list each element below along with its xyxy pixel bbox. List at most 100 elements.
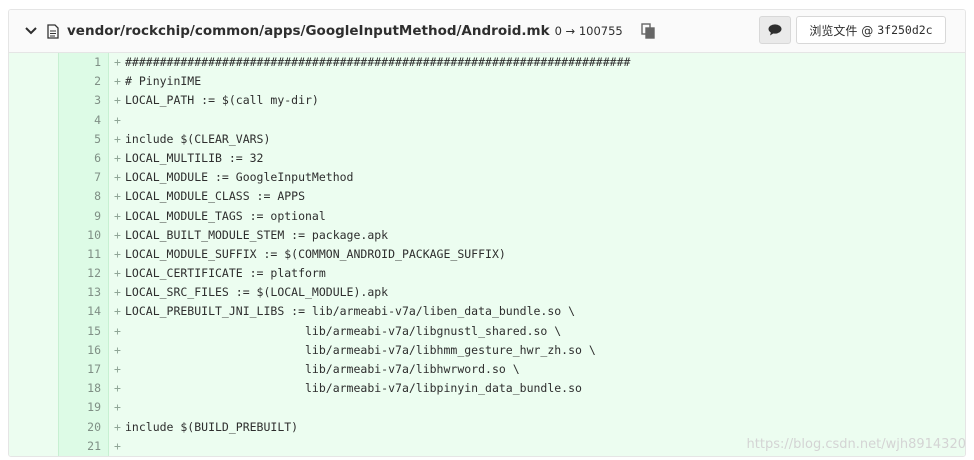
diff-line: 1 + ######################################…: [9, 53, 965, 73]
old-line-number[interactable]: [9, 148, 59, 169]
diff-line: 13 + LOCAL_SRC_FILES := $(LOCAL_MODULE).ap…: [9, 283, 965, 303]
old-line-number[interactable]: [9, 91, 59, 111]
added-marker: +: [114, 55, 121, 69]
new-line-number[interactable]: 7: [59, 168, 109, 188]
added-marker: +: [114, 74, 121, 89]
code-text: LOCAL_MODULE_CLASS := APPS: [125, 189, 306, 204]
added-marker: +: [114, 227, 121, 242]
code-text: LOCAL_CERTIFICATE := platform: [125, 266, 326, 281]
code-text: LOCAL_MODULE := GoogleInputMethod: [125, 170, 354, 185]
old-line-number[interactable]: [9, 398, 59, 418]
new-line-number[interactable]: 15: [59, 321, 109, 341]
diff-line: 8 + LOCAL_MODULE_CLASS := APPS: [9, 187, 965, 207]
added-marker: +: [114, 304, 121, 319]
new-line-number[interactable]: 3: [59, 91, 109, 111]
added-marker: +: [114, 438, 121, 453]
line-content: + LOCAL_CERTIFICATE := platform: [109, 264, 965, 284]
added-marker: +: [114, 381, 121, 396]
new-line-number[interactable]: 21: [59, 436, 109, 456]
code-text: lib/armeabi-v7a/libhmm_gesture_hwr_zh.so…: [125, 342, 596, 357]
old-line-number[interactable]: [9, 283, 59, 303]
diff-line: 6 + LOCAL_MULTILIB := 32: [9, 148, 965, 169]
new-line-number[interactable]: 19: [59, 398, 109, 418]
line-content: + lib/armeabi-v7a/libgnustl_shared.so \: [109, 321, 965, 341]
diff-line: 17 + lib/armeabi-v7a/libhwrword.so \: [9, 360, 965, 380]
copy-icon[interactable]: [639, 22, 657, 40]
new-line-number[interactable]: 11: [59, 244, 109, 265]
diff-line: 10 + LOCAL_BUILT_MODULE_STEM := package.ap…: [9, 225, 965, 245]
old-line-number[interactable]: [9, 302, 59, 322]
old-line-number[interactable]: [9, 244, 59, 265]
old-line-number[interactable]: [9, 187, 59, 207]
toggle-comments-button[interactable]: [759, 16, 791, 44]
comment-icon: [768, 21, 782, 40]
line-content: + # PinyinIME: [109, 72, 965, 92]
old-line-number[interactable]: [9, 436, 59, 456]
new-line-number[interactable]: 10: [59, 225, 109, 245]
line-content: + LOCAL_MODULE := GoogleInputMethod: [109, 168, 965, 188]
new-line-number[interactable]: 9: [59, 206, 109, 226]
new-line-number[interactable]: 2: [59, 72, 109, 92]
diff-file: vendor/rockchip/common/apps/GoogleInputM…: [8, 9, 966, 457]
new-line-number[interactable]: 13: [59, 283, 109, 303]
code-text: ########################################…: [125, 55, 631, 69]
new-line-number[interactable]: 16: [59, 340, 109, 360]
added-marker: +: [114, 419, 121, 434]
line-content: + LOCAL_BUILT_MODULE_STEM := package.apk: [109, 225, 965, 245]
new-line-number[interactable]: 4: [59, 110, 109, 130]
file-icon: [47, 23, 61, 39]
code-text: LOCAL_SRC_FILES := $(LOCAL_MODULE).apk: [125, 285, 389, 300]
old-line-number[interactable]: [9, 417, 59, 437]
new-line-number[interactable]: 18: [59, 379, 109, 399]
old-line-number[interactable]: [9, 53, 59, 73]
old-line-number[interactable]: [9, 168, 59, 188]
new-line-number[interactable]: 17: [59, 360, 109, 380]
added-marker: +: [114, 400, 121, 415]
line-content: + LOCAL_PREBUILT_JNI_LIBS := lib/armeabi-…: [109, 302, 965, 322]
code-text: lib/armeabi-v7a/libhwrword.so \: [125, 362, 520, 376]
code-text: LOCAL_MULTILIB := 32: [125, 150, 264, 165]
old-line-number[interactable]: [9, 225, 59, 245]
diff-line: 18 + lib/armeabi-v7a/libpinyin_data_bundl…: [9, 379, 965, 399]
added-marker: +: [114, 266, 121, 281]
file-path[interactable]: vendor/rockchip/common/apps/GoogleInputM…: [67, 23, 550, 39]
code-text: LOCAL_MODULE_SUFFIX := $(COMMON_ANDROID_…: [125, 246, 506, 261]
new-line-number[interactable]: 20: [59, 417, 109, 437]
chevron-down-icon[interactable]: [23, 23, 39, 39]
added-marker: +: [114, 189, 121, 204]
new-line-number[interactable]: 5: [59, 129, 109, 149]
diff-line: 3 + LOCAL_PATH := $(call my-dir): [9, 91, 965, 111]
code-text: LOCAL_BUILT_MODULE_STEM := package.apk: [125, 227, 389, 242]
diff-line: 12 + LOCAL_CERTIFICATE := platform: [9, 264, 965, 284]
view-file-button[interactable]: 浏览文件 @ 3f250d2c: [796, 16, 946, 44]
new-line-number[interactable]: 8: [59, 187, 109, 207]
new-line-number[interactable]: 12: [59, 264, 109, 284]
new-line-number[interactable]: 1: [59, 53, 109, 73]
diff-line: 14 + LOCAL_PREBUILT_JNI_LIBS := lib/armeab…: [9, 302, 965, 322]
diff-table: 1 + ######################################…: [9, 53, 965, 456]
added-marker: +: [114, 170, 121, 185]
added-marker: +: [114, 150, 121, 165]
line-content: +: [109, 110, 965, 130]
added-marker: +: [114, 362, 121, 376]
line-content: + include $(CLEAR_VARS): [109, 129, 965, 149]
file-mode-change: 0 → 100755: [554, 24, 623, 38]
diff-line: 11 + LOCAL_MODULE_SUFFIX := $(COMMON_ANDRO…: [9, 244, 965, 265]
new-line-number[interactable]: 6: [59, 148, 109, 169]
old-line-number[interactable]: [9, 264, 59, 284]
old-line-number[interactable]: [9, 206, 59, 226]
old-line-number[interactable]: [9, 129, 59, 149]
old-line-number[interactable]: [9, 110, 59, 130]
diff-line: 5 + include $(CLEAR_VARS): [9, 129, 965, 149]
diff-line: 4 +: [9, 110, 965, 130]
old-line-number[interactable]: [9, 360, 59, 380]
line-content: + LOCAL_MODULE_SUFFIX := $(COMMON_ANDROID…: [109, 244, 965, 265]
new-line-number[interactable]: 14: [59, 302, 109, 322]
old-line-number[interactable]: [9, 72, 59, 92]
old-line-number[interactable]: [9, 340, 59, 360]
diff-line: 16 + lib/armeabi-v7a/libhmm_gesture_hwr_z…: [9, 340, 965, 360]
old-line-number[interactable]: [9, 379, 59, 399]
old-line-number[interactable]: [9, 321, 59, 341]
line-content: + LOCAL_SRC_FILES := $(LOCAL_MODULE).apk: [109, 283, 965, 303]
code-text: LOCAL_PATH := $(call my-dir): [125, 93, 319, 108]
